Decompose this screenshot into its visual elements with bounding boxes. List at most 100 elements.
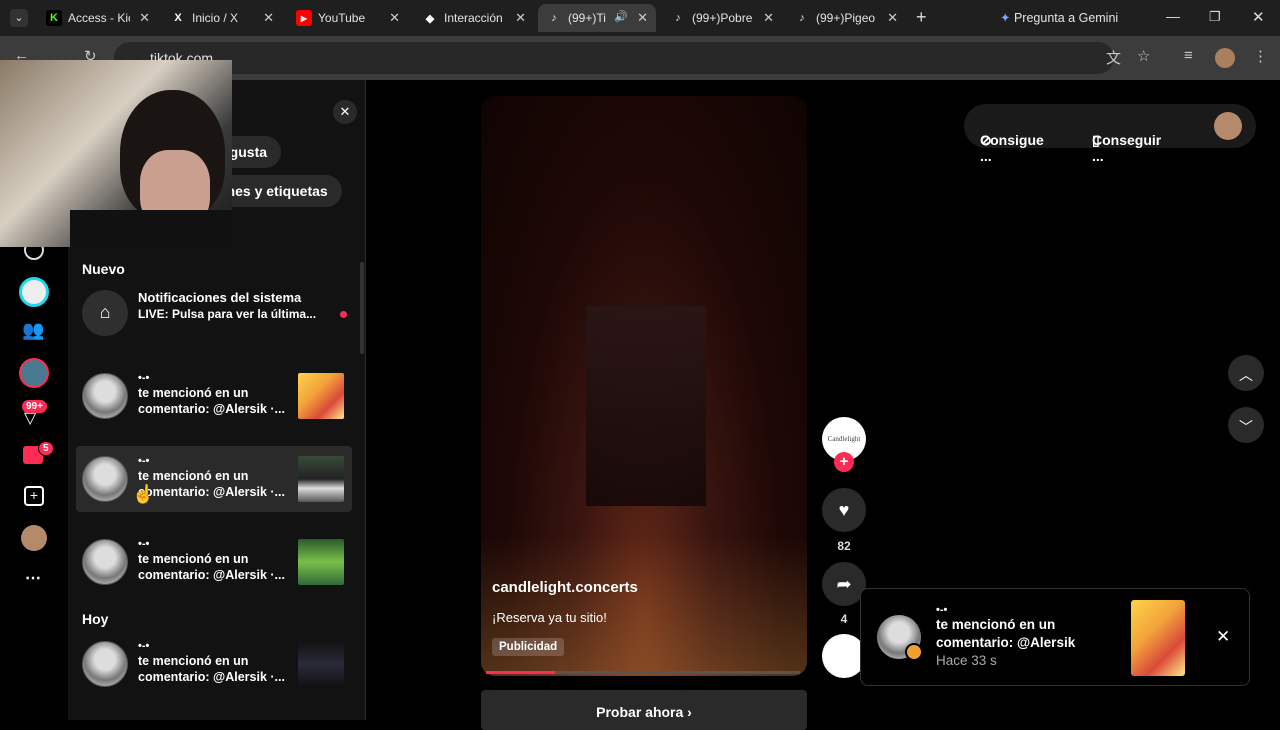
church-window-graphic <box>586 306 706 506</box>
video-thumbnail[interactable] <box>298 539 344 585</box>
system-notification[interactable]: ⌂ Notificaciones del sistema LIVE: Pulsa… <box>76 280 352 346</box>
video-thumbnail[interactable] <box>298 456 344 502</box>
panel-scrollbar[interactable] <box>360 262 364 354</box>
toast-line1: te mencionó en un <box>936 617 1056 632</box>
tab-label: (99+)Ti <box>568 11 606 25</box>
gemini-button[interactable]: ✦ Pregunta a Gemini <box>1000 10 1118 25</box>
tab-tiktok-3[interactable]: ♪ (99+)Pigeo ✕ <box>786 4 906 32</box>
close-icon[interactable]: ✕ <box>139 10 150 26</box>
next-video-button[interactable]: ﹀ <box>1228 407 1264 443</box>
tab-youtube[interactable]: ▶ YouTube ✕ <box>288 4 408 32</box>
ad-badge: Publicidad <box>492 638 565 656</box>
video-account-name[interactable]: candlelight.concerts <box>492 579 638 596</box>
diamond-icon: ◆ <box>425 12 435 25</box>
tab-tiktok-2[interactable]: ♪ (99+)Pobre ✕ <box>662 4 782 32</box>
like-button[interactable]: ♥ <box>822 488 866 532</box>
tab-search-icon[interactable]: ⌄ <box>10 9 28 27</box>
cta-button[interactable]: Probar ahora › <box>481 690 807 730</box>
tiktok-icon: ♪ <box>675 12 681 24</box>
section-header-today: Hoy <box>82 611 109 627</box>
minimize-icon[interactable]: — <box>1166 8 1180 24</box>
mention-notification[interactable]: •-• te mencionó en un comentario: @Alers… <box>76 363 352 429</box>
notification-text: •-• te mencionó en un comentario: @Alers… <box>138 539 288 583</box>
username[interactable]: •-• <box>138 641 288 653</box>
x-logo-icon: X <box>174 12 182 24</box>
toast-username: •-• <box>936 604 948 616</box>
kebab-menu-icon[interactable]: ⋮ <box>1253 47 1268 65</box>
mention-notification[interactable]: •-• te mencionó en un comentario: @Alers… <box>76 631 352 697</box>
username[interactable]: •-• <box>138 373 288 385</box>
toast-text: •-• te mencionó en un comentario: @Alers… <box>936 604 1116 670</box>
mention-line2: comentario: @Alersik ·... <box>138 670 285 684</box>
tab-kick[interactable]: K Access - Kic ✕ <box>38 4 158 32</box>
friend-avatar-icon[interactable] <box>19 358 49 388</box>
close-icon[interactable]: ✕ <box>637 10 648 26</box>
tab-tiktok-active[interactable]: ♪ (99+)Ti 🔊 ✕ <box>538 4 656 32</box>
mention-notification[interactable]: •-• te mencionó en un comentario: @Alers… <box>76 529 352 595</box>
upload-icon[interactable]: + <box>24 486 44 506</box>
creator-avatar-text: Candlelight <box>827 435 861 443</box>
close-icon[interactable]: ✕ <box>263 10 274 26</box>
username[interactable]: •-• <box>138 539 288 551</box>
close-icon[interactable]: ✕ <box>515 10 526 26</box>
heart-icon: ♥ <box>838 499 850 520</box>
profile-icon[interactable] <box>21 525 47 551</box>
toast-line2: comentario: @Alersik <box>936 635 1076 650</box>
webcam-overlay <box>0 60 232 247</box>
toast-thumbnail[interactable] <box>1131 600 1185 676</box>
tiktok-icon: ♪ <box>799 12 805 24</box>
close-icon[interactable]: ✕ <box>887 10 898 26</box>
cta-label: Probar ahora <box>596 704 684 720</box>
close-icon[interactable]: ✕ <box>389 10 400 26</box>
live-avatar-icon[interactable] <box>19 277 49 307</box>
tab-label: YouTube <box>318 11 366 25</box>
avatar[interactable] <box>82 456 128 502</box>
speaker-icon[interactable]: 🔊 <box>614 10 628 23</box>
more-icon[interactable]: ⋯ <box>25 568 41 588</box>
section-header-new: Nuevo <box>82 261 125 277</box>
inbox-system-icon: ⌂ <box>82 290 128 336</box>
video-progress-bar[interactable] <box>486 671 800 674</box>
toast-badge-icon <box>905 643 923 661</box>
bookmark-star-icon[interactable]: ☆ <box>1137 47 1150 65</box>
mention-line1: te mencionó en un <box>138 469 249 483</box>
avatar[interactable] <box>82 373 128 419</box>
tab-x[interactable]: X Inicio / X ✕ <box>162 4 282 32</box>
share-arrow-icon: ➦ <box>836 573 852 594</box>
notification-text: •-• te mencionó en un comentario: @Alers… <box>138 456 288 500</box>
video-thumbnail[interactable] <box>298 373 344 419</box>
media-control-icon[interactable]: ≡ <box>1184 47 1193 64</box>
system-title: Notificaciones del sistema <box>138 290 302 305</box>
gemini-label: Pregunta a Gemini <box>1013 11 1119 25</box>
mention-toast[interactable]: •-• te mencionó en un comentario: @Alers… <box>860 588 1250 686</box>
following-icon[interactable]: 👥 <box>22 320 44 341</box>
tab-label: (99+)Pigeo <box>816 11 876 25</box>
address-bar[interactable]: tiktok.com <box>114 42 1114 74</box>
tab-interaccion[interactable]: ◆ Interacción ✕ <box>414 4 534 32</box>
previous-video-button[interactable]: ︿ <box>1228 355 1264 391</box>
browser-tab-strip: ⌄ K Access - Kic ✕ X Inicio / X ✕ ▶ YouT… <box>0 0 1280 36</box>
translate-icon[interactable]: 文 <box>1106 47 1121 68</box>
profile-avatar[interactable] <box>1215 48 1235 68</box>
mention-notification[interactable]: •-• te mencionó en un comentario: @Alers… <box>76 446 352 512</box>
notification-text: •-• te mencionó en un comentario: @Alers… <box>138 373 288 417</box>
video-caption: ¡Reserva ya tu sitio! <box>492 610 607 625</box>
close-icon[interactable]: ✕ <box>763 10 774 26</box>
mention-line2: comentario: @Alersik ·... <box>138 402 285 416</box>
follow-plus-icon[interactable]: + <box>834 452 854 472</box>
avatar[interactable] <box>82 641 128 687</box>
new-tab-icon[interactable]: + <box>916 7 927 28</box>
chevron-right-icon: › <box>687 704 692 720</box>
youtube-icon: ▶ <box>296 10 312 26</box>
window-close-icon[interactable]: ✕ <box>1252 8 1265 26</box>
user-avatar[interactable] <box>1214 112 1242 140</box>
video-thumbnail[interactable] <box>298 641 344 687</box>
video-progress-fill <box>486 671 556 674</box>
restore-icon[interactable]: ❐ <box>1209 9 1221 25</box>
system-notification-text: Notificaciones del sistema LIVE: Pulsa p… <box>138 290 318 322</box>
inbox-badge: 99+ <box>22 400 47 413</box>
username[interactable]: •-• <box>138 456 288 468</box>
close-panel-button[interactable]: ✕ <box>333 100 357 124</box>
avatar[interactable] <box>82 539 128 585</box>
toast-close-icon[interactable]: ✕ <box>1216 627 1230 647</box>
